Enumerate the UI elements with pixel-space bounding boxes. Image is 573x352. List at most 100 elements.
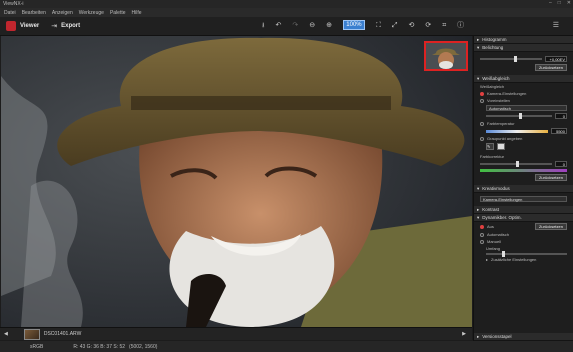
exposure-section[interactable]: ▾ Belichtung	[474, 44, 573, 52]
dl-extra-label: Zusätzliche Einstellungen	[491, 257, 537, 262]
wb-fine-handle[interactable]	[519, 113, 522, 119]
dl-option-auto[interactable]: Automatisch	[474, 231, 573, 238]
wb-option-temperature[interactable]: Farbtemperatur	[474, 120, 573, 127]
redo-icon[interactable]: ↷	[292, 22, 298, 29]
main-toolbar: Viewer ⇥ Export ⭳ ↶ ↷ ⊖ ⊕ 100% ⛶ ⤢ ⟲ ⟳ ⌗…	[0, 17, 573, 36]
menu-edit[interactable]: Bearbeiten	[22, 10, 46, 16]
menu-palette[interactable]: Palette	[110, 10, 126, 16]
wb-reset-row: Zurücksetzen	[474, 173, 573, 182]
navigator-thumbnail[interactable]	[424, 41, 468, 71]
wb-option-preset[interactable]: Voreinstellen	[474, 97, 573, 104]
viewer-mode-icon[interactable]	[6, 21, 16, 31]
tint-gradient	[480, 169, 567, 172]
dl-option-manual[interactable]: Manuell	[474, 238, 573, 245]
dl-auto-label: Automatisch	[487, 232, 510, 237]
export-icon[interactable]: ⇥	[51, 23, 57, 30]
menu-tools[interactable]: Werkzeuge	[79, 10, 104, 16]
dl-amount-slider[interactable]	[486, 251, 567, 257]
maximize-button[interactable]: □	[558, 0, 561, 6]
picture-control-select[interactable]: Kamera-Einstellungen	[480, 196, 567, 202]
dl-reset-button[interactable]: Zurücksetzen	[534, 223, 567, 230]
wb-fine-slider[interactable]	[486, 113, 552, 119]
status-bar: sRGB R: 43 G: 36 B: 37 S: 52 (5002, 1560…	[0, 341, 573, 352]
tint-slider[interactable]	[480, 161, 552, 167]
tint-value[interactable]: 0	[555, 161, 567, 167]
full-screen-icon[interactable]: ⤢	[392, 22, 398, 29]
d-lighting-section[interactable]: ▾ Dynamikber. Optim.	[474, 214, 573, 222]
collapse-icon: ▾	[477, 214, 480, 220]
dl-off-label: Aus	[487, 224, 494, 229]
filmstrip-filename: DSC01401.ARW	[43, 331, 82, 337]
pixel-readout: R: 43 G: 36 B: 37 S: 52	[73, 343, 126, 350]
zoom-level-select[interactable]: 100%	[342, 20, 365, 30]
picture-control-row: Kamera-Einstellungen	[474, 195, 573, 203]
export-tab[interactable]: Export	[61, 23, 80, 29]
wb-graypoint-radio[interactable]	[480, 136, 484, 141]
expand-icon: ▸	[477, 36, 480, 42]
wb-kelvin-slider[interactable]	[486, 129, 548, 133]
zoom-out-icon[interactable]: ⊖	[309, 22, 315, 29]
dl-manual-radio[interactable]	[480, 239, 484, 244]
wb-option-graypoint[interactable]: Graupunkt angeben	[474, 135, 573, 142]
exposure-slider-handle[interactable]	[514, 56, 518, 62]
picture-control-section[interactable]: ▾ Kreativmodus	[474, 185, 573, 193]
wb-preset-fine-row: 0	[474, 112, 573, 120]
version-stack-section[interactable]: ▸ Versionsstapel	[474, 333, 573, 341]
zoom-in-icon[interactable]: ⊕	[326, 22, 332, 29]
navigator-preview	[426, 43, 466, 69]
histogram-section[interactable]: ▸ Histogramm	[474, 36, 573, 44]
tint-slider-handle[interactable]	[516, 161, 519, 167]
exposure-row: +0,00EV	[474, 55, 573, 63]
wb-reset-button[interactable]: Zurücksetzen	[534, 174, 567, 181]
dl-extra-row[interactable]: ▸ Zusätzliche Einstellungen	[474, 256, 573, 263]
tint-row: 0	[474, 160, 573, 168]
rotate-right-icon[interactable]: ⟳	[425, 22, 431, 29]
dl-auto-radio[interactable]	[480, 232, 484, 237]
exposure-reset-row: Zurücksetzen	[474, 63, 573, 72]
crop-icon[interactable]: ⌗	[442, 22, 446, 29]
minimize-button[interactable]: –	[549, 0, 552, 6]
menu-file[interactable]: Datei	[4, 10, 16, 16]
info-icon[interactable]: ⓘ	[457, 22, 464, 29]
picture-control-title: Kreativmodus	[482, 186, 510, 191]
adjustments-icon[interactable]: ☰	[553, 22, 559, 29]
menu-help[interactable]: Hilfe	[132, 10, 142, 16]
exposure-value[interactable]: +0,00EV	[545, 56, 567, 62]
image-viewer[interactable]	[1, 36, 472, 327]
filmstrip-prev-icon[interactable]: ◀	[4, 331, 8, 337]
undo-icon[interactable]: ↶	[275, 22, 281, 29]
wb-preset-select[interactable]: Automatisch	[486, 105, 567, 111]
wb-camera-radio[interactable]	[480, 91, 484, 96]
white-balance-section[interactable]: ▾ Weißabgleich	[474, 75, 573, 83]
tint-label: Farbkorrektur	[480, 154, 505, 159]
wb-temperature-label: Farbtemperatur	[487, 121, 515, 126]
close-button[interactable]: ✕	[567, 0, 571, 6]
exposure-reset-button[interactable]: Zurücksetzen	[534, 64, 567, 71]
wb-preset-radio[interactable]	[480, 98, 484, 103]
exposure-slider[interactable]	[480, 56, 542, 62]
fit-screen-icon[interactable]: ⛶	[376, 22, 381, 29]
filmstrip-next-icon[interactable]: ▶	[462, 331, 466, 337]
rotate-left-icon[interactable]: ⟲	[408, 22, 414, 29]
wb-temperature-radio[interactable]	[480, 121, 484, 126]
viewer-tab[interactable]: Viewer	[20, 23, 39, 29]
download-icon[interactable]: ⭳	[262, 22, 264, 29]
dl-amount-label: Umfang	[486, 246, 501, 251]
wb-kelvin-value[interactable]: 5500	[551, 128, 567, 134]
contrast-section[interactable]: ▸ Kontrast	[474, 206, 573, 214]
dl-amount-handle[interactable]	[502, 251, 506, 257]
expand-icon: ▸	[486, 257, 489, 262]
dl-off-radio[interactable]	[480, 224, 484, 229]
dl-option-off[interactable]: Aus Zurücksetzen	[474, 222, 573, 231]
collapse-icon: ▾	[477, 185, 480, 191]
wb-fine-value[interactable]: 0	[555, 113, 567, 119]
filmstrip-thumbnail[interactable]	[23, 328, 40, 340]
wb-preset-label: Voreinstellen	[487, 98, 510, 103]
menu-view[interactable]: Anzeigen	[52, 10, 73, 16]
wb-kelvin-row: 5500	[474, 127, 573, 135]
wb-preset-row: Automatisch	[474, 104, 573, 112]
eyedropper-icon[interactable]: ✎	[486, 143, 494, 150]
gray-swatch[interactable]	[497, 143, 505, 150]
wb-option-camera[interactable]: Kamera-Einstellungen	[474, 90, 573, 97]
menu-bar: Datei Bearbeiten Anzeigen Werkzeuge Pale…	[0, 8, 573, 17]
